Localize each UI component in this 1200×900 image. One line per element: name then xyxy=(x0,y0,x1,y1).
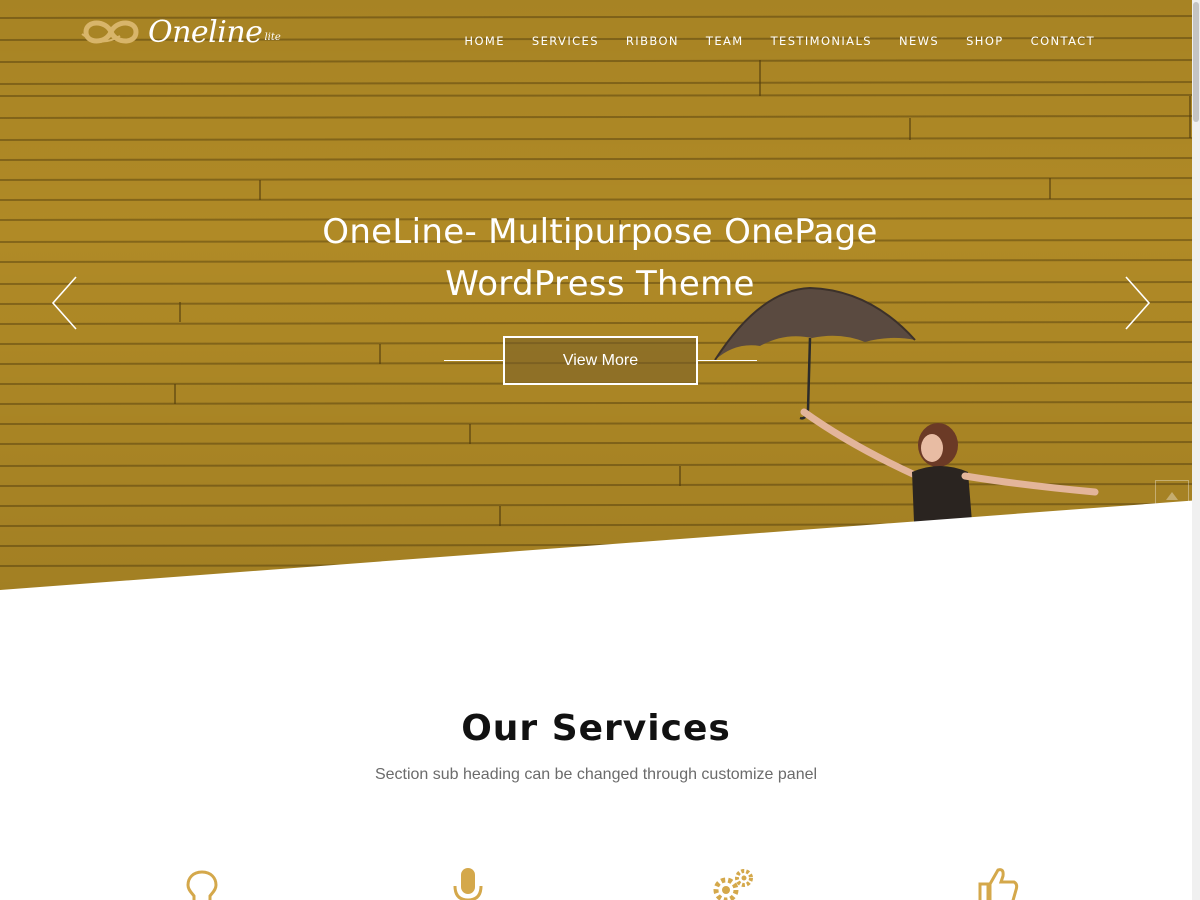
nav-contact[interactable]: CONTACT xyxy=(1031,34,1095,48)
chevron-right-icon[interactable] xyxy=(1122,275,1152,331)
nav-ribbon[interactable]: RIBBON xyxy=(626,34,679,48)
logo-text: Oneline xyxy=(148,14,263,50)
hero-title: OneLine- Multipurpose OnePage WordPress … xyxy=(250,206,950,310)
thumbs-up-icon xyxy=(978,868,1019,900)
main-navigation: HOME SERVICES RIBBON TEAM TESTIMONIALS N… xyxy=(464,34,1095,48)
logo-subtext: lite xyxy=(264,31,281,43)
nav-news[interactable]: NEWS xyxy=(899,34,939,48)
nav-testimonials[interactable]: TESTIMONIALS xyxy=(771,34,872,48)
nav-home[interactable]: HOME xyxy=(464,34,505,48)
microphone-icon xyxy=(453,868,483,900)
cta-decor-line-right xyxy=(697,360,757,361)
scrollbar-thumb[interactable] xyxy=(1193,2,1199,122)
caret-up-icon xyxy=(1166,492,1178,500)
gears-icon xyxy=(713,869,753,900)
hero-title-line-1: OneLine- Multipurpose OnePage xyxy=(322,212,878,252)
nav-services[interactable]: SERVICES xyxy=(532,34,599,48)
services-title: Our Services xyxy=(461,708,731,749)
nav-shop[interactable]: SHOP xyxy=(966,34,1004,48)
logo-infinity-icon xyxy=(81,20,139,44)
services-subtitle: Section sub heading can be changed throu… xyxy=(374,766,818,783)
hero-title-line-2: WordPress Theme xyxy=(445,264,755,304)
page-scrollbar[interactable] xyxy=(1192,0,1200,900)
lightbulb-icon xyxy=(186,870,218,900)
cta-decor-line-left xyxy=(444,360,504,361)
nav-team[interactable]: TEAM xyxy=(706,34,744,48)
view-more-button[interactable]: View More xyxy=(503,336,698,385)
scroll-to-top-button[interactable] xyxy=(1155,480,1189,512)
chevron-left-icon[interactable] xyxy=(50,275,80,331)
site-logo[interactable]: Oneline lite xyxy=(80,12,281,52)
